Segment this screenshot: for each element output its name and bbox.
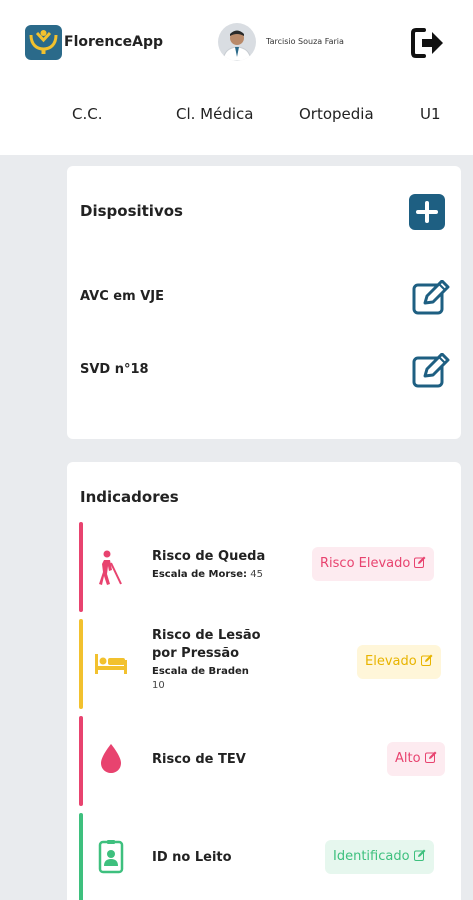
devices-title: Dispositivos xyxy=(80,202,183,220)
status-badge[interactable]: Alto xyxy=(387,742,445,776)
indicator-title: ID no Leito xyxy=(152,850,232,865)
edit-device-button[interactable] xyxy=(412,352,450,389)
status-badge[interactable]: Identificado xyxy=(325,840,434,874)
device-item: AVC em VJE xyxy=(80,289,164,304)
add-device-button[interactable] xyxy=(409,194,445,230)
edit-icon xyxy=(414,556,426,568)
indicator-title: Risco de Lesão por Pressão xyxy=(152,628,261,661)
tab-u1[interactable]: U1 xyxy=(420,105,441,123)
blood-drop-icon xyxy=(93,741,129,777)
status-badge[interactable]: Risco Elevado xyxy=(312,547,435,581)
indicator-title: Risco de TEV xyxy=(152,752,246,767)
indicator-color-bar xyxy=(79,619,83,709)
edit-icon xyxy=(412,279,450,315)
indicator-title: Risco de Queda xyxy=(152,549,266,564)
tab-cl-medica[interactable]: Cl. Médica xyxy=(176,105,253,123)
app-logo xyxy=(25,25,62,60)
indicator-row-queda: Risco de Queda Escala de Morse: 45 Risco… xyxy=(79,522,449,612)
edit-icon xyxy=(412,352,450,388)
indicator-scale: Escala de Braden 10 xyxy=(152,666,249,691)
devices-card: Dispositivos AVC em VJE SVD n°18 xyxy=(67,166,461,439)
logout-button[interactable] xyxy=(410,26,446,60)
logout-icon xyxy=(411,28,443,58)
indicator-color-bar xyxy=(79,522,83,612)
edit-icon xyxy=(420,654,433,666)
bed-icon xyxy=(93,646,129,682)
tab-ortopedia[interactable]: Ortopedia xyxy=(299,105,374,123)
top-header: FlorenceApp Tarcisio Souza Faria C.C. Cl… xyxy=(0,0,473,155)
indicator-color-bar xyxy=(79,716,83,806)
edit-device-button[interactable] xyxy=(412,279,450,316)
indicator-row-pressao: Risco de Lesão por Pressão Escala de Bra… xyxy=(79,619,449,709)
indicators-title: Indicadores xyxy=(80,488,179,506)
edit-icon xyxy=(413,849,426,861)
edit-icon xyxy=(424,751,437,763)
walking-cane-icon xyxy=(93,550,129,586)
indicators-card: Indicadores Risco de Queda Escala de Mor… xyxy=(67,462,461,900)
app-name: FlorenceApp xyxy=(64,34,164,50)
indicator-scale: Escala de Morse: 45 xyxy=(152,569,263,580)
device-item: SVD n°18 xyxy=(80,362,149,377)
indicator-row-id: ID no Leito Identificado xyxy=(79,813,449,900)
indicator-color-bar xyxy=(79,813,83,900)
status-badge[interactable]: Elevado xyxy=(357,645,441,679)
tab-cc[interactable]: C.C. xyxy=(72,105,102,123)
indicator-row-tev: Risco de TEV Alto xyxy=(79,716,449,806)
user-name: Tarcisio Souza Faria xyxy=(266,37,344,46)
avatar[interactable] xyxy=(218,23,256,61)
id-badge-icon xyxy=(93,839,129,875)
